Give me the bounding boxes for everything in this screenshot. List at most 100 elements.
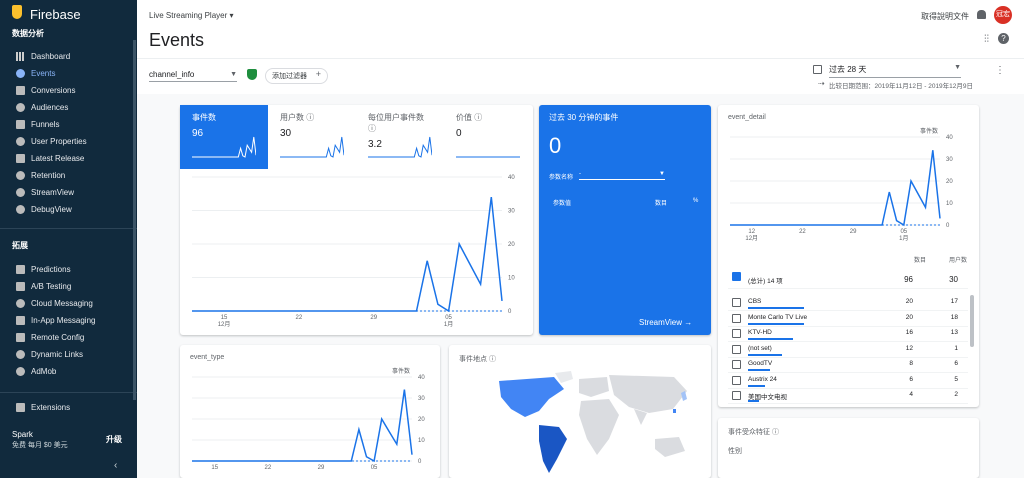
realtime-count: 0 [549, 133, 562, 158]
row-count: 16 [905, 329, 913, 336]
y-tick-label: 10 [508, 276, 515, 282]
sidebar-item-ab-testing[interactable]: A/B Testing [0, 278, 137, 294]
sidebar-item-audiences[interactable]: Audiences [0, 99, 137, 115]
table-row[interactable]: Monte Carlo TV Live 20 18 [728, 311, 968, 327]
checkbox[interactable] [732, 329, 741, 338]
date-range-select[interactable]: 过去 28 天 ▼ [829, 64, 961, 78]
sidebar-item-extensions[interactable]: Extensions [0, 399, 137, 415]
events-icon [16, 68, 25, 78]
map-south-america [539, 425, 567, 473]
y-tick-label: 0 [418, 459, 422, 465]
x-tick-label: 22 [265, 465, 272, 471]
more-vert-icon[interactable]: ⋮ [995, 65, 1005, 76]
realtime-title: 过去 30 分钟的事件 [549, 113, 619, 122]
flag-icon [16, 85, 25, 95]
checkbox[interactable] [732, 344, 741, 354]
map-asia [609, 375, 687, 413]
y-tick-label: 30 [946, 157, 953, 163]
event-location-card: 事件地点 ⓘ [449, 345, 711, 478]
sidebar-item-label: Dynamic Links [31, 349, 84, 359]
brand-name[interactable]: Firebase [30, 7, 81, 22]
add-filter-button[interactable]: 添加过滤器 + [265, 68, 328, 84]
tab-label: 价值 ⓘ [456, 112, 520, 123]
table-row[interactable]: Austrix 24 6 5 [728, 373, 968, 389]
table-row[interactable]: KTV-HD 16 13 [728, 326, 968, 342]
checkbox[interactable] [732, 391, 741, 400]
avatar[interactable]: 冠宏 [994, 6, 1012, 24]
x-tick-label: 29 [850, 229, 857, 235]
docs-link[interactable]: 取得說明文件 [921, 11, 969, 22]
col-header-percent: % [693, 198, 699, 204]
param-select[interactable]: - ▼ [579, 171, 665, 180]
upgrade-button[interactable]: 升级 [106, 434, 122, 445]
sidebar-scrollbar[interactable] [133, 40, 136, 400]
y-tick-label: 10 [418, 438, 425, 444]
map-australia [655, 437, 685, 457]
sidebar-item-cloud-messaging[interactable]: Cloud Messaging [0, 295, 137, 311]
project-selector[interactable]: Live Streaming Player ▾ [149, 11, 234, 20]
help-icon[interactable]: ? [998, 33, 1009, 44]
user-properties-icon [16, 136, 25, 146]
filter-bar: channel_info ▼ 添加过滤器 + 过去 28 天 ▼ ⇢ 比较日期范围：2… [137, 58, 1024, 94]
realtime-card: 过去 30 分钟的事件 0 参数名称 - ▼ 参数值 数目 % StreamVie… [539, 105, 711, 335]
series-line [192, 197, 503, 313]
sidebar-item-events[interactable]: Events [0, 65, 137, 81]
sidebar-item-debugview[interactable]: DebugView [0, 201, 137, 217]
sidebar-item-conversions[interactable]: Conversions [0, 82, 137, 98]
table-row[interactable]: (not set) 12 1 [728, 342, 968, 358]
sidebar-item-retention[interactable]: Retention [0, 167, 137, 183]
shield-check-icon [247, 69, 257, 80]
sidebar-item-in-app-messaging[interactable]: In-App Messaging [0, 312, 137, 328]
collapse-sidebar-icon[interactable]: ‹ [114, 460, 117, 471]
map-greenland [555, 371, 573, 383]
table-row-total[interactable]: (总计) 14 项 96 30 [728, 269, 968, 289]
sidebar-item-admob[interactable]: AdMob [0, 363, 137, 379]
plus-icon: + [315, 69, 321, 79]
table-row[interactable]: 美国中文电视 4 2 [728, 388, 968, 404]
sidebar-item-predictions[interactable]: Predictions [0, 261, 137, 277]
sidebar-item-streamview[interactable]: StreamView [0, 184, 137, 200]
table-scrollbar[interactable] [970, 295, 974, 347]
series-line [730, 150, 941, 227]
extensions-icon [16, 402, 25, 412]
tab-label: 每位用户事件数 ⓘ [368, 112, 432, 134]
sidebar-item-user-properties[interactable]: User Properties [0, 133, 137, 149]
sidebar-item-label: Predictions [31, 264, 71, 274]
chevron-down-icon: ▼ [954, 64, 961, 71]
row-count: 4 [909, 391, 913, 398]
plan-description: 免费 每月 $0 美元 [12, 442, 68, 449]
sidebar-item-funnels[interactable]: Funnels [0, 116, 137, 132]
streamview-link[interactable]: StreamView → [639, 318, 692, 327]
event-type-card: event_type 0 10 20 30 40 15 22 29 05 事件数 [180, 345, 440, 478]
legend-label: 事件数 [920, 127, 938, 135]
sparkline-path [192, 136, 256, 158]
plan-name: Spark [12, 430, 33, 439]
tune-icon[interactable]: ⫶⫶ [984, 34, 989, 45]
x-tick-label: 12月 [218, 321, 231, 328]
series-line [192, 389, 413, 463]
table-row[interactable]: CBS 20 17 [728, 295, 968, 311]
x-tick-label: 22 [799, 229, 806, 235]
checkbox[interactable] [732, 298, 741, 307]
checkbox[interactable] [732, 313, 741, 323]
sidebar-item-label: Remote Config [31, 332, 85, 342]
sidebar-item-remote-config[interactable]: Remote Config [0, 329, 137, 345]
main-content: Live Streaming Player ▾ Events 取得說明文件 冠宏… [137, 0, 1024, 478]
wand-icon [16, 264, 25, 274]
row-bar [748, 400, 759, 402]
arrow-right-icon: → [684, 318, 693, 327]
col-header-param-value: 参数值 [553, 201, 572, 207]
checkbox[interactable] [732, 375, 741, 385]
bell-icon[interactable] [977, 10, 986, 19]
y-tick-label: 40 [508, 175, 515, 181]
config-icon [16, 332, 25, 342]
checkbox-checked[interactable] [732, 272, 741, 281]
event-select[interactable]: channel_info ▼ [149, 70, 237, 82]
checkbox[interactable] [732, 360, 741, 369]
sidebar-item-dynamic-links[interactable]: Dynamic Links [0, 346, 137, 362]
sidebar-item-dashboard[interactable]: Dashboard [0, 48, 137, 64]
message-icon [16, 315, 25, 325]
sidebar-item-latest-release[interactable]: Latest Release [0, 150, 137, 166]
table-row[interactable]: GoodTV 8 6 [728, 357, 968, 373]
funnel-icon [16, 119, 25, 129]
